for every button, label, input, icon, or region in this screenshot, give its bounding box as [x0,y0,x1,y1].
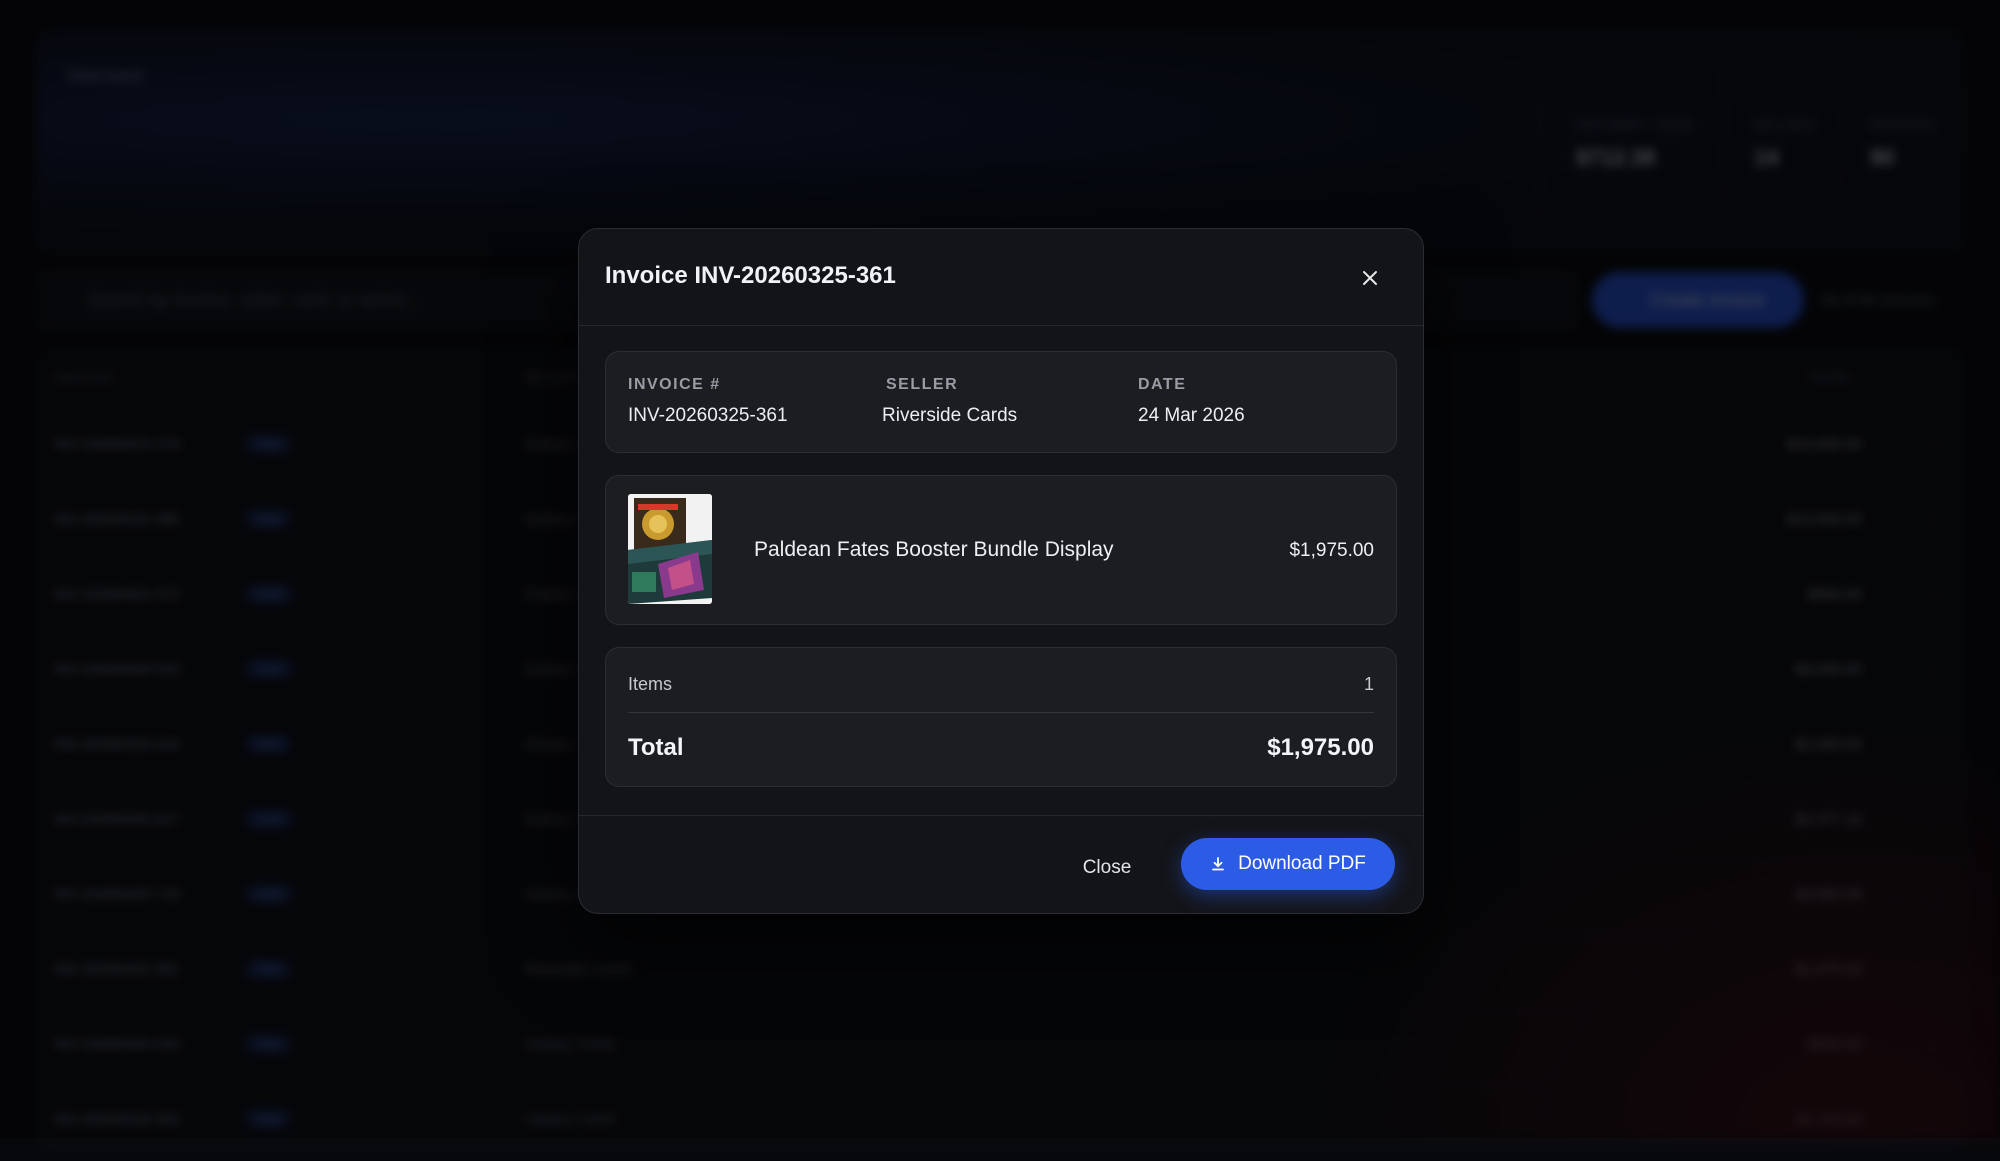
download-icon [1212,857,1225,871]
meta-seller-value: Riverside Cards [882,405,1018,426]
close-modal-button[interactable] [1359,267,1381,289]
meta-date: DATE 24 Mar 2026 [1138,376,1245,427]
meta-seller: SELLER Riverside Cards [882,376,1017,427]
invoice-summary: Items 1 Total $1,975.00 [605,647,1397,787]
product-thumbnail [628,494,712,604]
meta-invoice-value: INV-20260325-361 [628,405,788,426]
meta-date-value: 24 Mar 2026 [1138,405,1245,426]
download-pdf-button[interactable]: Download PDF [1181,838,1395,890]
invoice-modal: Invoice INV-20260325-361 INVOICE # INV-2… [578,228,1424,914]
meta-invoice-label: INVOICE # [628,376,721,393]
close-icon [1363,271,1377,285]
summary-items-row: Items 1 [628,674,1374,698]
download-pdf-label: Download PDF [1238,853,1366,874]
line-item-price: $1,975.00 [1289,540,1374,561]
summary-total-label: Total [628,734,684,761]
line-item: Paldean Fates Booster Bundle Display $1,… [605,475,1397,625]
modal-footer: Close Download PDF [579,815,1423,913]
meta-date-label: DATE [1138,376,1187,393]
summary-divider [628,712,1374,713]
summary-items-label: Items [628,674,673,694]
meta-invoice: INVOICE # INV-20260325-361 [628,376,788,427]
meta-seller-label: SELLER [886,376,959,393]
summary-total-value: $1,975.00 [1267,734,1374,761]
close-button[interactable]: Close [1067,848,1147,888]
invoice-meta-card: INVOICE # INV-20260325-361 SELLER Rivers… [605,351,1397,453]
line-item-name: Paldean Fates Booster Bundle Display [754,538,1114,561]
modal-header: Invoice INV-20260325-361 [579,229,1423,326]
modal-title: Invoice INV-20260325-361 [605,262,896,289]
summary-total-row: Total $1,975.00 [628,734,1374,764]
summary-items-value: 1 [1363,674,1374,694]
